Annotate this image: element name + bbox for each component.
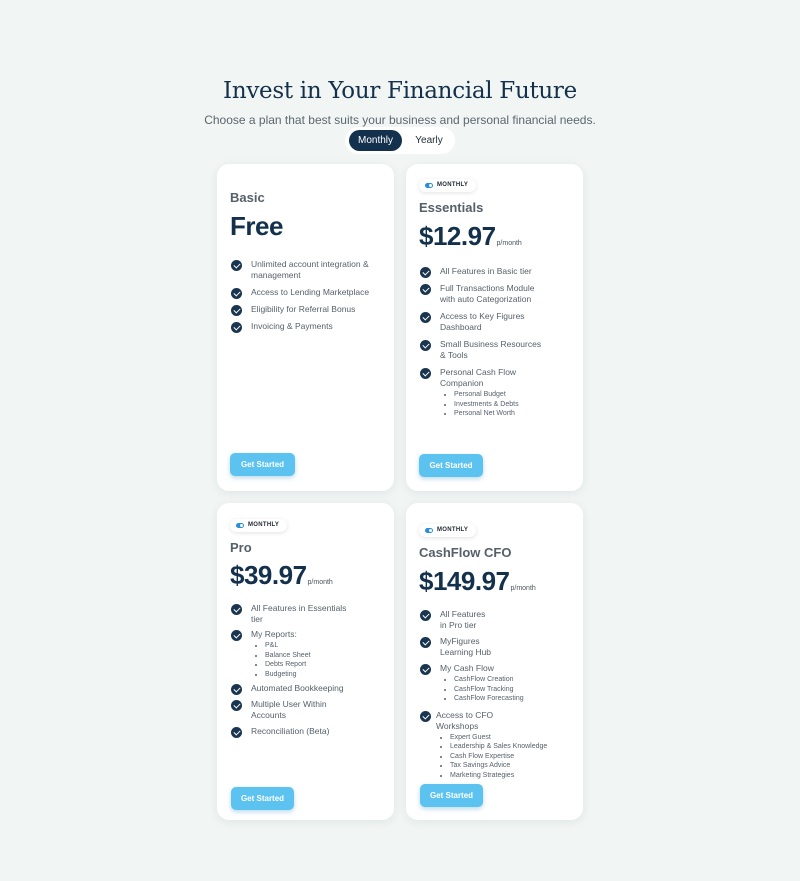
page-title: Invest in Your Financial Future (223, 78, 577, 104)
sub-feature-item: Investments & Debts (454, 400, 542, 410)
feature-item: Access to Key Figures Dashboard (420, 311, 542, 333)
plan-price: $149.97p/month (419, 566, 536, 596)
feature-list: All Features in Basic tier Full Transact… (420, 266, 542, 419)
feature-list: All Features in Pro tier MyFigures Learn… (420, 609, 572, 780)
sub-feature-item: P&L (265, 641, 351, 651)
get-started-button[interactable]: Get Started (419, 454, 483, 477)
plan-price: $39.97p/month (230, 560, 333, 590)
check-circle-icon (420, 368, 431, 379)
feature-item: Reconciliation (Beta) (231, 726, 351, 738)
check-circle-icon (420, 664, 431, 675)
feature-item: Small Business Resources & Tools (420, 339, 542, 361)
toggle-icon (425, 183, 433, 188)
feature-item: Invoicing & Payments (231, 321, 381, 333)
sub-feature-item: Marketing Strategies (450, 771, 572, 781)
check-circle-icon (420, 340, 431, 351)
sub-feature-item: Budgeting (265, 670, 351, 680)
toggle-monthly[interactable]: Monthly (349, 130, 402, 151)
feature-item: Access to CFO Workshops Expert Guest Lea… (420, 710, 572, 781)
check-circle-icon (231, 700, 242, 711)
plan-name: Essentials (419, 200, 484, 215)
check-circle-icon (231, 322, 242, 333)
check-circle-icon (231, 604, 242, 615)
sub-feature-item: CashFlow Forecasting (454, 694, 572, 704)
check-circle-icon (231, 684, 242, 695)
feature-item: Eligibility for Referral Bonus (231, 304, 381, 316)
toggle-yearly[interactable]: Yearly (405, 130, 453, 151)
sub-feature-item: Debts Report (265, 660, 351, 670)
plan-card-cashflow-cfo: MONTHLY CashFlow CFO $149.97p/month All … (406, 503, 583, 820)
sub-feature-item: Expert Guest (450, 733, 572, 743)
check-circle-icon (420, 610, 431, 621)
check-circle-icon (231, 260, 242, 271)
feature-item: My Reports: P&L Balance Sheet Debts Repo… (231, 629, 351, 679)
feature-item: Access to Lending Marketplace (231, 287, 381, 299)
sub-feature-list: P&L Balance Sheet Debts Report Budgeting (251, 641, 351, 679)
sub-feature-item: Cash Flow Expertise (450, 752, 572, 762)
feature-list: Unlimited account integration & manageme… (231, 259, 381, 333)
billing-badge: MONTHLY (419, 524, 477, 537)
plan-card-basic: Basic Free Unlimited account integration… (217, 164, 394, 491)
plan-name: Basic (230, 190, 265, 205)
get-started-button[interactable]: Get Started (230, 453, 295, 476)
check-circle-icon (231, 288, 242, 299)
sub-feature-item: Personal Net Worth (454, 409, 542, 419)
sub-feature-item: CashFlow Creation (454, 675, 572, 685)
check-circle-icon (420, 312, 431, 323)
feature-item: Multiple User Within Accounts (231, 699, 351, 721)
feature-item: MyFigures Learning Hub (420, 636, 572, 658)
toggle-icon (425, 528, 433, 533)
sub-feature-item: CashFlow Tracking (454, 685, 572, 695)
billing-badge: MONTHLY (419, 179, 477, 192)
feature-item: All Features in Basic tier (420, 266, 542, 278)
sub-feature-list: CashFlow Creation CashFlow Tracking Cash… (440, 675, 572, 704)
plan-price: $12.97p/month (419, 221, 522, 251)
feature-item: All Features in Pro tier (420, 609, 572, 631)
check-circle-icon (231, 630, 242, 641)
sub-feature-item: Balance Sheet (265, 651, 351, 661)
plan-name: CashFlow CFO (419, 545, 512, 560)
check-circle-icon (420, 284, 431, 295)
feature-item: Personal Cash Flow Companion Personal Bu… (420, 367, 542, 419)
page-subtitle: Choose a plan that best suits your busin… (204, 113, 596, 127)
sub-feature-list: Personal Budget Investments & Debts Pers… (440, 390, 542, 419)
sub-feature-item: Leadership & Sales Knowledge (450, 742, 572, 752)
billing-toggle: Monthly Yearly (345, 127, 455, 154)
feature-list: All Features in Essentials tier My Repor… (231, 603, 351, 738)
plan-name: Pro (230, 540, 252, 555)
get-started-button[interactable]: Get Started (420, 784, 483, 807)
feature-item: Full Transactions Module with auto Categ… (420, 283, 542, 305)
feature-item: Automated Bookkeeping (231, 683, 351, 695)
sub-feature-item: Personal Budget (454, 390, 542, 400)
check-circle-icon (231, 727, 242, 738)
sub-feature-item: Tax Savings Advice (450, 761, 572, 771)
get-started-button[interactable]: Get Started (231, 787, 294, 810)
feature-item: All Features in Essentials tier (231, 603, 351, 625)
check-circle-icon (231, 305, 242, 316)
plan-card-essentials: MONTHLY Essentials $12.97p/month All Fea… (406, 164, 583, 491)
sub-feature-list: Expert Guest Leadership & Sales Knowledg… (436, 733, 572, 781)
plan-price: Free (230, 211, 283, 241)
plan-card-pro: MONTHLY Pro $39.97p/month All Features i… (217, 503, 394, 820)
check-circle-icon (420, 267, 431, 278)
billing-badge: MONTHLY (230, 519, 288, 532)
feature-item: Unlimited account integration & manageme… (231, 259, 381, 281)
check-circle-icon (420, 637, 431, 648)
toggle-icon (236, 523, 244, 528)
feature-item: My Cash Flow CashFlow Creation CashFlow … (420, 663, 572, 704)
check-circle-icon (420, 710, 431, 722)
